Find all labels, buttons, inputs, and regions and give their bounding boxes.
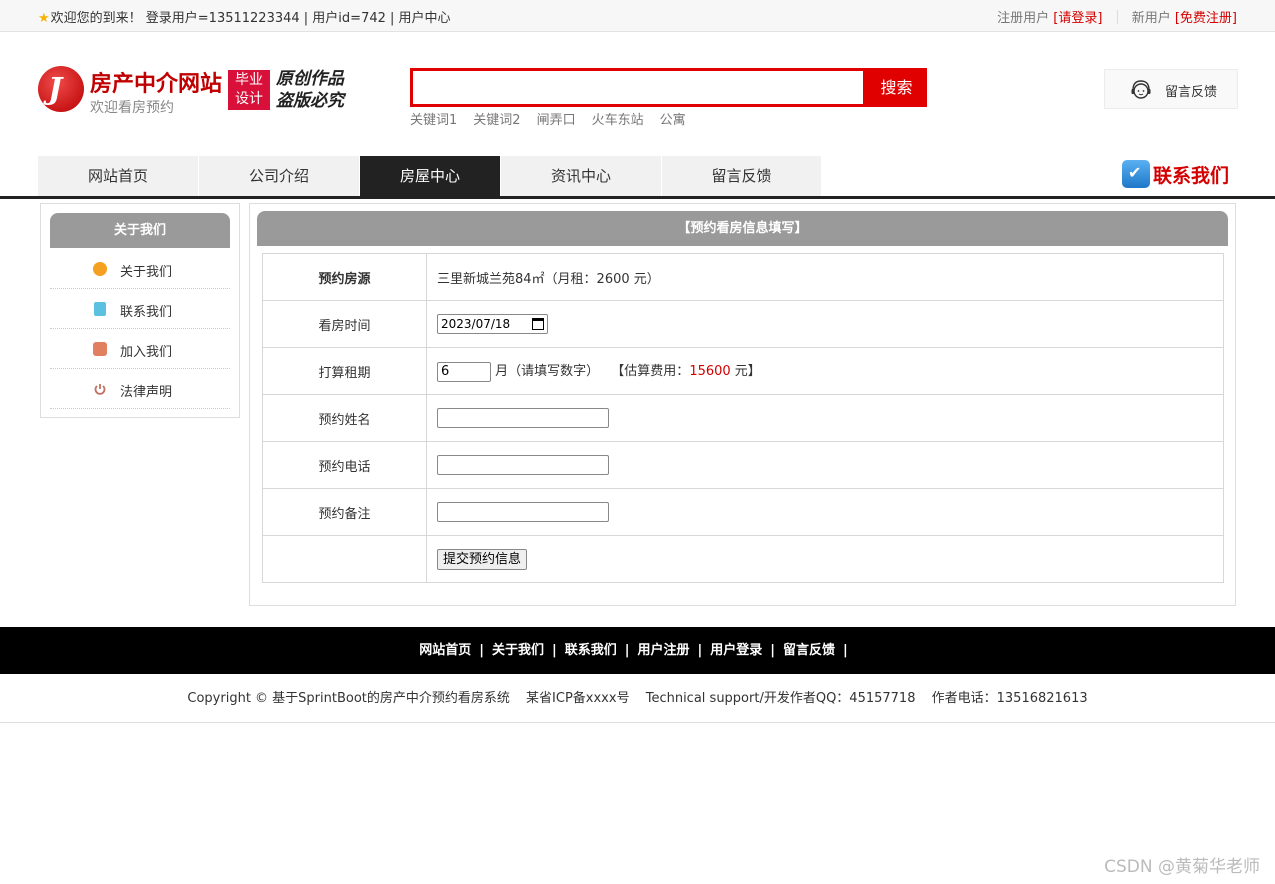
icp-text: 某省ICP备xxxx号 (526, 691, 630, 706)
nav-item-feedback[interactable]: 留言反馈 (662, 156, 821, 196)
nav-item-home[interactable]: 网站首页 (38, 156, 198, 196)
keyword-link[interactable]: 闸弄口 (537, 113, 576, 128)
copyright-bar: Copyright © 基于SprintBoot的房产中介预约看房系统 某省IC… (0, 674, 1275, 723)
note-label: 预约备注 (262, 488, 427, 536)
graduation-badge: 毕业 设计 (228, 70, 270, 110)
power-icon (94, 384, 106, 395)
contact-us-link[interactable]: 联系我们 (1122, 160, 1229, 188)
submit-booking-button[interactable]: 提交预约信息 (437, 548, 528, 570)
phone-icon (1122, 160, 1150, 188)
table-row: 预约备注 (262, 488, 1224, 536)
footer-link[interactable]: 用户登录 (710, 643, 762, 658)
site-subtitle: 欢迎看房预约 (90, 100, 174, 116)
footer-link[interactable]: 用户注册 (638, 643, 690, 658)
search-input[interactable] (410, 68, 866, 107)
sidebar-item-join[interactable]: 加入我们 (50, 329, 230, 369)
estimate-value: 15600 (689, 364, 731, 380)
free-register-link[interactable]: [免费注册] (1175, 11, 1237, 26)
support-text: Technical support/开发作者QQ：45157718 (645, 691, 916, 706)
nav-item-houses[interactable]: 房屋中心 (360, 156, 500, 196)
sidebar-item-legal[interactable]: 法律声明 (50, 369, 230, 409)
source-label: 预约房源 (262, 253, 427, 301)
footer-link[interactable]: 联系我们 (565, 643, 617, 658)
footer-link[interactable]: 关于我们 (492, 643, 544, 658)
slogan: 原创作品 盗版必究 (276, 69, 344, 111)
star-icon: ★ (38, 11, 50, 26)
feedback-label: 留言反馈 (1165, 85, 1218, 100)
keyword-link[interactable]: 关键词2 (473, 113, 520, 128)
lease-hint: 月（请填写数字） (495, 364, 600, 380)
site-logo[interactable]: J (38, 66, 84, 112)
keyword-link[interactable]: 公寓 (660, 113, 686, 128)
search-button[interactable]: 搜索 (866, 68, 927, 107)
booking-panel: 【预约看房信息填写】 预约房源 三里新城兰苑84㎡（月租：2600 元） 看房时… (249, 203, 1236, 606)
hot-keywords: 关键词1 关键词2 闸弄口 火车东站 公寓 (410, 109, 702, 128)
author-phone-text: 作者电话：13516821613 (931, 691, 1088, 706)
top-right-links: 注册用户 [请登录] 新用户 [免费注册] (997, 7, 1237, 26)
empty-cell (262, 535, 427, 583)
watermark: CSDN @黄菊华老师 (1104, 857, 1260, 877)
nav-item-news[interactable]: 资讯中心 (501, 156, 661, 196)
footer-link[interactable]: 网站首页 (419, 643, 471, 658)
table-row: 预约房源 三里新城兰苑84㎡（月租：2600 元） (262, 253, 1224, 301)
estimate-suffix: 元】 (730, 364, 761, 380)
keyword-link[interactable]: 火车东站 (592, 113, 644, 128)
estimate-prefix: 【估算费用： (611, 364, 690, 380)
nav-underline (0, 196, 1275, 199)
phone-input[interactable] (437, 455, 609, 475)
name-input[interactable] (437, 408, 609, 428)
login-link[interactable]: [请登录] (1053, 11, 1102, 26)
sidebar: 关于我们 关于我们 联系我们 加入我们 法律声明 (40, 203, 240, 418)
feedback-button[interactable]: 留言反馈 (1104, 69, 1238, 109)
register-user-label: 注册用户 (997, 11, 1050, 26)
sidebar-item-about[interactable]: 关于我们 (50, 249, 230, 289)
sidebar-title: 关于我们 (50, 213, 230, 248)
source-value: 三里新城兰苑84㎡（月租：2600 元） (426, 253, 1224, 301)
clipboard-icon (94, 302, 106, 316)
logo-mark-icon: J (48, 72, 63, 107)
sidebar-item-contact[interactable]: 联系我们 (50, 289, 230, 329)
viewing-date-input[interactable]: 2023/07/18 (437, 314, 548, 334)
note-input[interactable] (437, 502, 609, 522)
name-label: 预约姓名 (262, 394, 427, 442)
table-row: 看房时间 2023/07/18 (262, 300, 1224, 348)
site-title: 房产中介网站 (90, 72, 223, 97)
new-user-label: 新用户 (1131, 11, 1171, 26)
copyright-text: Copyright © 基于SprintBoot的房产中介预约看房系统 (187, 691, 510, 706)
table-row: 预约姓名 (262, 394, 1224, 442)
footer-link[interactable]: 留言反馈 (783, 643, 835, 658)
table-row: 提交预约信息 (262, 535, 1224, 583)
coin-icon (93, 262, 107, 276)
booking-panel-title: 【预约看房信息填写】 (257, 211, 1228, 246)
booking-form: 预约房源 三里新城兰苑84㎡（月租：2600 元） 看房时间 2023/07/1… (262, 253, 1224, 583)
top-bar: ★欢迎您的到来！ 登录用户=13511223344 | 用户id=742 | 用… (0, 0, 1275, 32)
phone-label: 预约电话 (262, 441, 427, 489)
footer-nav: 网站首页 | 关于我们 | 联系我们 | 用户注册 | 用户登录 | 留言反馈 | (0, 627, 1275, 674)
calendar-icon[interactable] (532, 318, 544, 330)
welcome-text: ★欢迎您的到来！ 登录用户=13511223344 | 用户id=742 | 用… (38, 11, 451, 26)
lease-months-input[interactable] (437, 361, 491, 382)
lock-icon (93, 342, 107, 356)
time-label: 看房时间 (262, 300, 427, 348)
table-row: 打算租期 月（请填写数字） 【估算费用：15600 元】 (262, 347, 1224, 395)
nav-item-company[interactable]: 公司介绍 (199, 156, 359, 196)
table-row: 预约电话 (262, 441, 1224, 489)
lease-label: 打算租期 (262, 347, 427, 395)
headset-icon (1131, 80, 1151, 99)
divider (1116, 10, 1118, 24)
keyword-link[interactable]: 关键词1 (410, 113, 457, 128)
